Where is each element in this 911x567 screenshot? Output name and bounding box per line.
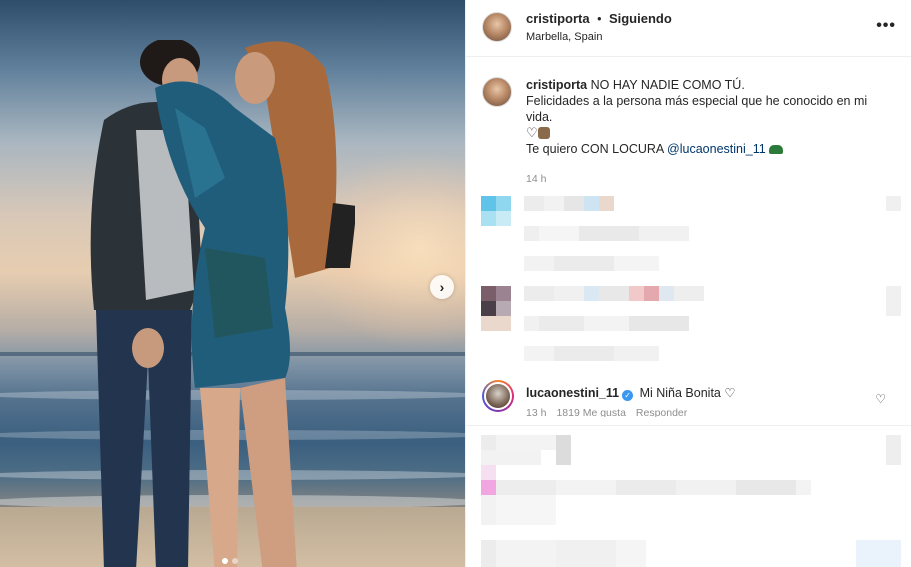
blurred-comment: [481, 450, 541, 465]
more-options-icon[interactable]: •••: [876, 17, 896, 35]
blurred-avatar: [481, 196, 511, 226]
caption: cristiporta NO HAY NADIE COMO TÚ. Felici…: [466, 57, 911, 187]
post-side-panel: cristiporta • Siguiendo Marbella, Spain …: [465, 0, 911, 567]
blurred-comment: [481, 465, 496, 480]
caption-line1: NO HAY NADIE COMO TÚ.: [590, 78, 745, 92]
instagram-post-modal: › cristiporta • Siguiendo Marbella, Spai…: [0, 0, 911, 567]
caption-line4: Te quiero CON LOCURA: [526, 142, 664, 156]
blurred-like: [856, 540, 901, 567]
caption-line2: Felicidades a la persona más especial qu…: [526, 94, 868, 124]
location-link[interactable]: Marbella, Spain: [526, 31, 672, 43]
carousel-dots: [222, 558, 238, 564]
comment-item: lucaonestini_11 ✓ Mi Niña Bonita ♡ 13 h 1…: [482, 380, 896, 417]
heart-icon[interactable]: ♡: [875, 392, 886, 406]
comment-likes[interactable]: 1819 Me gusta: [556, 407, 625, 417]
blurred-avatar: [481, 286, 511, 316]
following-button[interactable]: Siguiendo: [609, 11, 672, 26]
mention-link[interactable]: @lucaonestini_11: [667, 142, 766, 156]
woman-figure: [155, 41, 355, 567]
carousel-dot-active: [222, 558, 228, 564]
blurred-comment: [481, 495, 556, 525]
post-header: cristiporta • Siguiendo Marbella, Spain …: [466, 0, 911, 57]
blurred-like: [886, 196, 901, 211]
reply-button[interactable]: Responder: [636, 407, 687, 417]
comment-text: Mi Niña Bonita ♡: [639, 386, 736, 400]
blurred-like: [886, 286, 901, 316]
commenter-avatar[interactable]: [482, 380, 514, 412]
divider: [466, 425, 911, 426]
bear-emoji-icon: [537, 127, 550, 139]
commenter-username[interactable]: lucaonestini_11: [526, 386, 619, 400]
caption-username[interactable]: cristiporta: [526, 78, 587, 92]
blurred-like: [886, 435, 901, 465]
blurred-comment: [524, 256, 659, 271]
carousel-next-button[interactable]: ›: [430, 275, 454, 299]
post-photo[interactable]: ›: [0, 0, 465, 567]
blurred-block: [556, 435, 571, 465]
heart-emoji-icon: ♡: [526, 125, 538, 140]
comment-time[interactable]: 13 h: [526, 407, 546, 417]
verified-badge-icon: ✓: [622, 390, 634, 401]
blurred-avatar-edge: [481, 316, 511, 331]
caption-time: 14 h: [526, 173, 547, 185]
blurred-comment: [481, 480, 811, 495]
author-avatar[interactable]: [482, 12, 512, 42]
blurred-comment: [481, 540, 646, 567]
blurred-comment: [481, 435, 556, 450]
blurred-comment: [524, 316, 689, 331]
caption-avatar[interactable]: [482, 77, 512, 107]
blurred-comment: [524, 346, 659, 361]
carousel-dot: [232, 558, 238, 564]
separator: •: [597, 12, 602, 26]
car-emoji-icon: [769, 145, 784, 154]
blurred-comment: [524, 286, 704, 301]
blurred-comment: [524, 196, 614, 211]
author-username[interactable]: cristiporta: [526, 11, 590, 26]
chevron-right-icon: ›: [439, 279, 445, 295]
blurred-comment: [524, 226, 689, 241]
